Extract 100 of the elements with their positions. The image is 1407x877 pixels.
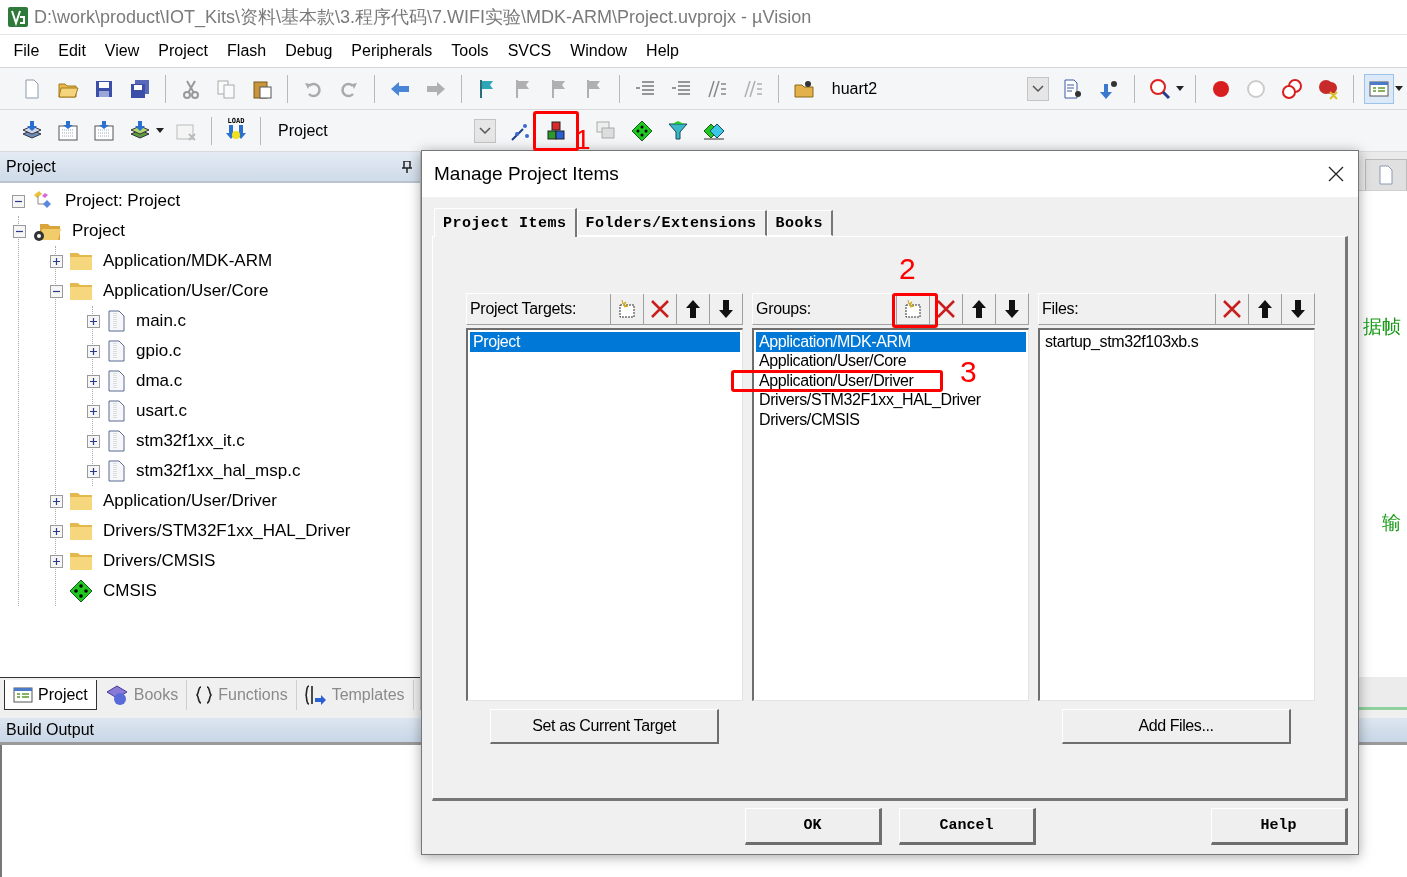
expand-toggle[interactable] <box>87 404 100 418</box>
tree-item[interactable]: Drivers/STM32F1xx_HAL_Driver <box>103 521 351 541</box>
delete-icon <box>1222 299 1242 319</box>
pane-title: Build Output <box>6 721 95 739</box>
expand-toggle[interactable] <box>87 374 100 388</box>
expand-toggle[interactable] <box>87 464 100 478</box>
expand-toggle[interactable] <box>50 524 63 538</box>
funnel-icon <box>667 119 689 142</box>
expand-toggle[interactable] <box>50 284 63 298</box>
menu-item[interactable]: Tools <box>441 42 499 60</box>
dialog-button[interactable]: OK <box>745 808 882 845</box>
app-logo-icon <box>8 7 28 27</box>
dialog-title: Manage Project Items <box>434 163 619 185</box>
file-icon <box>106 340 126 362</box>
annotation-number: 3 <box>960 357 977 387</box>
tree-item[interactable]: gpio.c <box>136 341 182 361</box>
expand-toggle[interactable] <box>87 314 100 328</box>
action-button[interactable]: Set as Current Target <box>490 709 719 744</box>
expand-toggle[interactable] <box>50 554 63 568</box>
list-item[interactable]: startup_stm32f103xb.s <box>1042 332 1201 352</box>
expand-toggle[interactable] <box>50 494 63 508</box>
pane-tab[interactable]: Project <box>4 680 97 710</box>
close-icon[interactable] <box>1328 166 1344 182</box>
tree-item[interactable]: dma.c <box>136 371 183 391</box>
diamond-icon <box>631 119 653 142</box>
expand-toggle[interactable] <box>87 344 100 358</box>
menu-item[interactable]: SVCS <box>498 42 561 60</box>
list-item[interactable]: Application/User/Driver <box>756 371 916 391</box>
menu-item[interactable]: Peripherals <box>341 42 442 60</box>
list-item[interactable]: Drivers/CMSIS <box>756 410 862 430</box>
tree-item[interactable]: Application/MDK-ARM <box>103 251 273 271</box>
template-icon <box>304 685 327 705</box>
target-combo[interactable]: Project <box>274 116 496 145</box>
caret-icon[interactable] <box>156 128 164 133</box>
page-search-icon <box>1061 77 1084 100</box>
folder-icon <box>69 491 93 511</box>
menu-item[interactable]: Edit <box>48 42 96 60</box>
tree-item[interactable]: stm32f1xx_it.c <box>136 431 245 451</box>
expand-toggle[interactable] <box>13 224 26 238</box>
window-icon <box>13 685 33 704</box>
search-combo[interactable]: huart2 <box>827 74 1049 103</box>
window-title: D:\work\product\IOT_Kits\资料\基本款\3.程序代码\7.WIFI实验\MDK-ARM\Project.uvprojx - µVision <box>34 6 812 29</box>
list-item[interactable]: Drivers/STM32F1xx_HAL_Driver <box>756 390 983 410</box>
arrow-up-icon <box>971 299 987 319</box>
folder-icon <box>69 251 93 271</box>
tree-item[interactable]: Project <box>72 221 125 241</box>
menu-item[interactable]: Help <box>636 42 689 60</box>
tree-item[interactable]: stm32f1xx_hal_msp.c <box>136 461 301 481</box>
dialog-button[interactable]: Help <box>1211 808 1348 845</box>
pane-title: Project <box>6 157 56 176</box>
file-icon <box>106 310 126 332</box>
menu-item[interactable]: Debug <box>275 42 342 60</box>
menu-item[interactable]: Flash <box>217 42 276 60</box>
expand-toggle[interactable] <box>50 254 63 268</box>
tree-item[interactable]: Application/User/Driver <box>103 491 277 511</box>
dialog-tab[interactable]: Folders/Extensions <box>576 210 767 236</box>
file-icon <box>106 460 126 482</box>
folder-icon <box>69 281 93 301</box>
caret-icon[interactable] <box>1175 86 1184 91</box>
tree-item[interactable]: CMSIS <box>103 581 157 601</box>
expand-toggle[interactable] <box>12 194 25 208</box>
list-item[interactable]: Project <box>470 332 740 352</box>
dialog-tab[interactable]: Project Items <box>434 208 577 237</box>
menu-item[interactable]: File <box>4 42 49 60</box>
file-icon <box>106 370 126 392</box>
blocks-icon <box>545 119 567 142</box>
chevron-down-icon <box>479 126 491 135</box>
tree-item[interactable]: usart.c <box>136 401 188 421</box>
delete-icon <box>936 299 956 319</box>
tree-item[interactable]: main.c <box>136 311 187 331</box>
menu-item[interactable]: Project <box>148 42 218 60</box>
menu-item[interactable]: Window <box>560 42 637 60</box>
action-button[interactable]: Add Files... <box>1062 709 1291 744</box>
file-icon <box>106 430 126 452</box>
arrow-up-icon <box>685 299 701 319</box>
tree-item[interactable]: Drivers/CMSIS <box>103 551 216 571</box>
pin-icon[interactable] <box>402 160 412 173</box>
folder-icon <box>69 551 93 571</box>
tree-item[interactable]: Project: Project <box>65 191 181 211</box>
new-item-icon <box>903 299 923 319</box>
circle-icon <box>1245 77 1268 100</box>
arrow-down-icon <box>1290 299 1306 319</box>
breakpoint-delete-icon <box>1317 77 1340 100</box>
arrow-up-icon <box>1257 299 1273 319</box>
list-label: Project Targets: <box>470 300 577 318</box>
expand-toggle[interactable] <box>87 434 100 448</box>
circles-icon <box>1281 77 1304 100</box>
code-line: 输 <box>1382 511 1401 535</box>
dialog-button[interactable]: Cancel <box>899 808 1036 845</box>
new-item-icon <box>617 299 637 319</box>
menu-item[interactable]: View <box>95 42 149 60</box>
list-label: Groups: <box>756 300 811 318</box>
list-item[interactable]: Application/MDK-ARM <box>756 332 1026 352</box>
dialog-tab[interactable]: Books <box>766 210 834 236</box>
caret-icon[interactable] <box>1395 86 1404 91</box>
braces-icon <box>195 686 214 704</box>
windows-icon <box>595 119 617 142</box>
book-icon <box>104 684 129 706</box>
list-item[interactable]: Application/User/Core <box>756 351 909 371</box>
tree-item[interactable]: Application/User/Core <box>103 281 269 301</box>
